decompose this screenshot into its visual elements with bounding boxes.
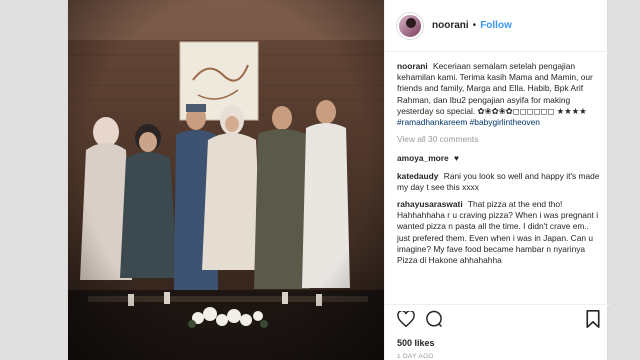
likes-count[interactable]: 500 likes (397, 338, 600, 348)
caption-username[interactable]: noorani (397, 61, 428, 71)
comments-list: noorani Keceriaan semalam setelah pengaj… (385, 53, 610, 301)
avatar[interactable] (397, 12, 423, 39)
hashtag-link[interactable]: #babygirlintheoven (470, 117, 540, 127)
comment-icon[interactable] (425, 310, 443, 333)
comment-item: katedaudy Rani you look so well and happ… (397, 171, 600, 193)
comment-item: amoya_more ♥ (397, 153, 600, 164)
comment-username[interactable]: katedaudy (397, 171, 438, 181)
comment-item: rahayusaraswati That pizza at the end th… (397, 199, 600, 266)
bookmark-icon[interactable] (586, 309, 600, 333)
hashtag-link[interactable]: #ramadhankareem (397, 117, 467, 127)
post-header: noorani • Follow (385, 0, 609, 52)
post-sidebar: noorani • Follow noorani Keceriaan semal… (384, 0, 610, 360)
post-timestamp: 1 DAY AGO (397, 353, 434, 360)
instagram-post: noorani • Follow noorani Keceriaan semal… (67, 0, 610, 360)
post-actions: 500 likes 1 DAY AGO (385, 304, 610, 360)
family-group-photo (68, 0, 384, 360)
view-all-comments-link[interactable]: View all 30 comments (397, 134, 600, 145)
post-photo[interactable] (68, 0, 384, 360)
separator-dot: • (472, 20, 477, 31)
heart-icon[interactable] (397, 309, 415, 332)
follow-button[interactable]: Follow (480, 20, 512, 31)
comment-text: ♥ (454, 153, 459, 164)
post-username[interactable]: noorani (432, 20, 469, 31)
comment-username[interactable]: rahayusaraswati (397, 199, 463, 209)
action-icons-row (397, 309, 600, 333)
comment-username[interactable]: amoya_more (397, 153, 449, 163)
caption: noorani Keceriaan semalam setelah pengaj… (397, 61, 600, 128)
